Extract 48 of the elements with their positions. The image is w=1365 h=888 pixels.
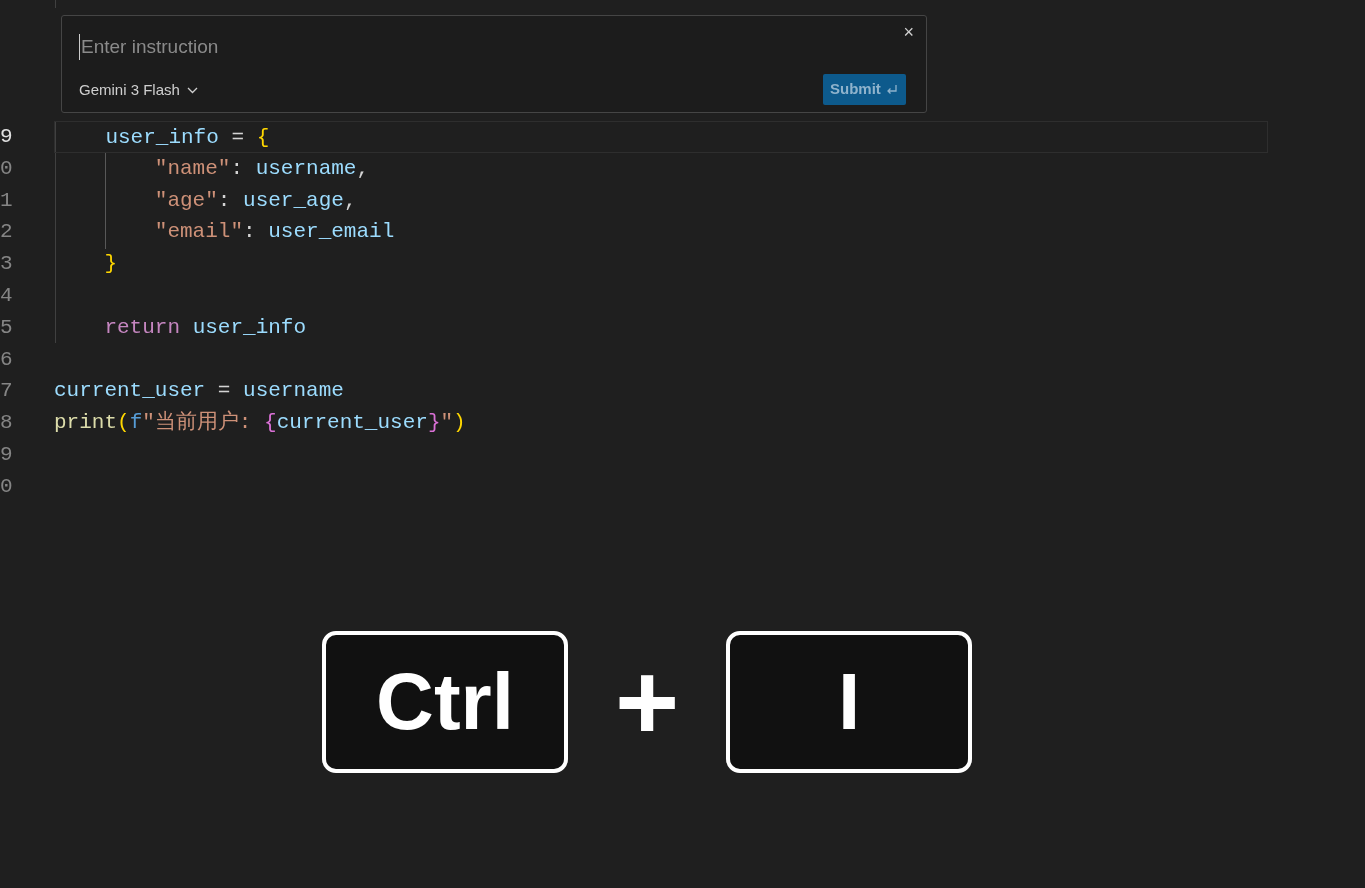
code-token: username <box>255 155 357 182</box>
line-number: 1 <box>0 187 14 214</box>
code-token: return <box>103 314 182 341</box>
code-token: { <box>256 125 270 151</box>
instruction-field[interactable]: Enter instruction <box>79 34 859 60</box>
model-dropdown[interactable]: Gemini 3 Flash <box>79 79 198 102</box>
code-token: user_age <box>243 187 344 214</box>
line-number: 3 <box>0 251 14 278</box>
keycap: Ctrl <box>322 631 568 773</box>
code-token: f <box>129 410 143 437</box>
code-token: print <box>54 410 117 437</box>
line-number: 5 <box>0 314 14 341</box>
code-token: , <box>343 187 357 214</box>
line-number: 6 <box>0 346 14 373</box>
code-token: " <box>440 410 454 437</box>
code-token: "email" <box>153 219 244 246</box>
code-token: , <box>356 155 370 182</box>
line-number: 2 <box>0 219 14 246</box>
code-token: : <box>243 219 257 246</box>
keycap: I <box>726 631 972 773</box>
line-number: 7 <box>0 378 14 405</box>
code-token: current_user <box>54 378 206 405</box>
chevron-down-icon <box>186 86 198 94</box>
code-token: user_info <box>104 125 219 151</box>
code-token: "当前用户: <box>142 409 253 437</box>
code-token: = <box>216 378 232 405</box>
code-token: : <box>217 187 232 214</box>
code-token: current_user <box>276 410 428 437</box>
code-token: ( <box>117 410 130 437</box>
code-token: } <box>103 251 117 278</box>
code-token: : <box>230 155 245 182</box>
line-number: 4 <box>0 283 14 309</box>
code-token: user_email <box>268 219 395 246</box>
code-token: "name" <box>153 155 231 182</box>
code-token: { <box>264 410 277 437</box>
line-number: 0 <box>0 473 14 500</box>
line-number: 8 <box>0 410 14 437</box>
close-button[interactable]: × <box>899 22 918 42</box>
code-token: user_info <box>192 314 307 341</box>
line-number: 9 <box>0 441 14 468</box>
code-token: username <box>243 378 344 405</box>
plus-sign: + <box>613 647 681 757</box>
line-number: 0 <box>0 155 14 182</box>
code-token: } <box>427 410 441 437</box>
code-token: ) <box>453 410 466 437</box>
code-token: "age" <box>153 187 218 214</box>
code-token: = <box>230 125 246 151</box>
line-number: 9 <box>0 124 14 150</box>
